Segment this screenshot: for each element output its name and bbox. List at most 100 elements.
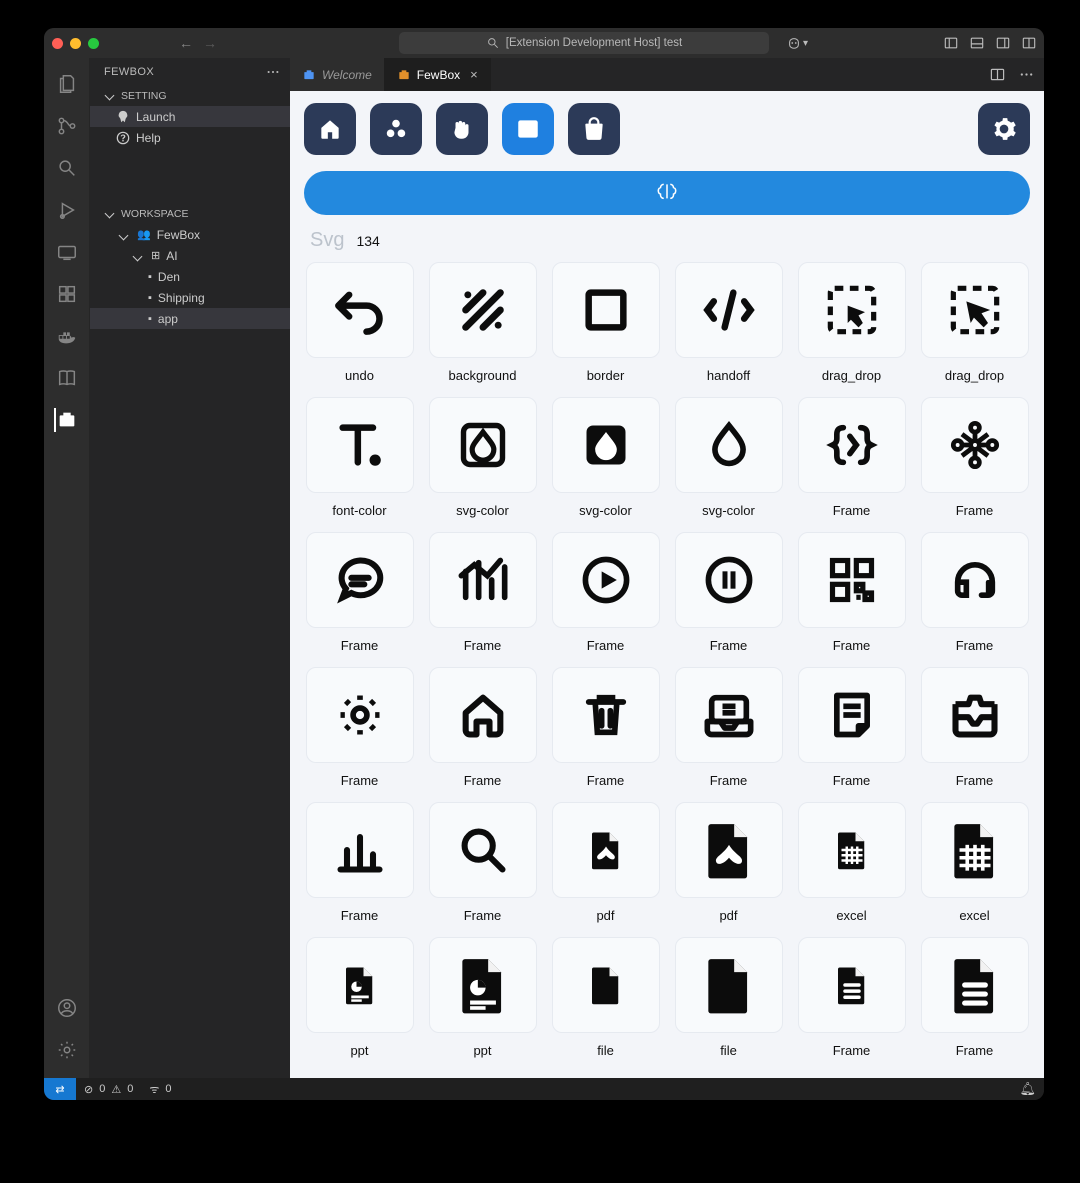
forward-icon[interactable]: → [203,35,217,51]
layout-custom-icon[interactable] [1022,36,1036,50]
asset-Frame[interactable]: Frame [304,802,415,923]
zoom-window[interactable] [88,38,99,49]
ws-file-den[interactable]: ▪Den [90,266,290,287]
command-center[interactable]: [Extension Development Host] test [399,32,769,54]
ws-file-app[interactable]: ▪app [90,308,290,329]
asset-Frame[interactable]: Frame [919,667,1030,788]
asset-background[interactable]: background [427,262,538,383]
tab-welcome[interactable]: Welcome [290,58,385,91]
asset-excel[interactable]: excel [919,802,1030,923]
ws-root[interactable]: 👥FewBox [90,224,290,245]
tab-fewbox[interactable]: FewBox× [385,58,491,91]
asset-excel[interactable]: excel [796,802,907,923]
asset-undo[interactable]: undo [304,262,415,383]
sidebar-item-help[interactable]: Help [90,127,290,148]
sidebar-item-launch[interactable]: Launch [90,106,290,127]
remote-indicator[interactable]: ⇄ [44,1078,76,1100]
toolbar-shapes[interactable] [370,103,422,155]
asset-Frame[interactable]: Frame [427,802,538,923]
asset-drag_drop[interactable]: drag_drop [796,262,907,383]
asset-ppt[interactable]: ppt [304,937,415,1058]
asset-tile [429,262,537,358]
asset-Frame[interactable]: Frame [919,937,1030,1058]
asset-Frame[interactable]: Frame [304,667,415,788]
asset-label: svg-color [456,503,509,518]
asset-tile [429,397,537,493]
asset-file[interactable]: file [550,937,661,1058]
asset-Frame[interactable]: Frame [427,667,538,788]
extensions-icon[interactable] [55,282,79,306]
toolbar-hand[interactable] [436,103,488,155]
drop-plain-icon [703,419,755,471]
asset-Frame[interactable]: Frame [919,532,1030,653]
asset-tile [675,397,783,493]
asset-Frame[interactable]: Frame [919,397,1030,518]
close-window[interactable] [52,38,63,49]
asset-Frame[interactable]: Frame [550,667,661,788]
asset-file[interactable]: file [673,937,784,1058]
ai-button[interactable] [304,171,1030,215]
account-icon[interactable] [55,996,79,1020]
asset-label: drag_drop [822,368,881,383]
asset-Frame[interactable]: Frame [796,937,907,1058]
split-editor-icon[interactable] [990,67,1005,82]
section-setting[interactable]: SETTING [90,86,290,106]
toolbar-settings[interactable] [978,103,1030,155]
docker-icon[interactable] [55,324,79,348]
asset-svg-color[interactable]: svg-color [427,397,538,518]
asset-pdf[interactable]: pdf [673,802,784,923]
asset-tile [675,802,783,898]
settings-icon[interactable] [55,1038,79,1062]
asset-Frame[interactable]: Frame [796,397,907,518]
asset-svg-color[interactable]: svg-color [673,397,784,518]
book-icon[interactable] [55,366,79,390]
scm-icon[interactable] [55,114,79,138]
search-icon[interactable] [55,156,79,180]
copilot-icon[interactable] [787,36,801,50]
remote-icon[interactable] [55,240,79,264]
asset-pdf[interactable]: pdf [550,802,661,923]
problems[interactable]: ⊘0 ⚠0 [76,1083,141,1096]
asset-Frame[interactable]: Frame [550,532,661,653]
asset-font-color[interactable]: font-color [304,397,415,518]
fewbox-icon[interactable] [54,408,78,432]
minimize-window[interactable] [70,38,81,49]
asset-Frame[interactable]: Frame [796,667,907,788]
layout-left-icon[interactable] [944,36,958,50]
asset-tile [675,532,783,628]
close-icon[interactable]: × [470,67,478,82]
asset-tile [675,937,783,1033]
asset-border[interactable]: border [550,262,661,383]
toolbar-image[interactable] [502,103,554,155]
explorer-icon[interactable] [55,72,79,96]
asset-Frame[interactable]: Frame [673,532,784,653]
asset-tile [306,532,414,628]
asset-tile [798,262,906,358]
asset-tile [798,802,906,898]
asset-Frame[interactable]: Frame [427,532,538,653]
asset-tile [306,397,414,493]
section-workspace[interactable]: WORKSPACE [90,204,290,224]
nav-arrows: ← → [179,35,217,51]
asset-label: file [597,1043,614,1058]
layout-bottom-icon[interactable] [970,36,984,50]
ports[interactable]: ᯤ0 [141,1082,179,1097]
back-icon[interactable]: ← [179,35,193,51]
doclines-sm-icon [831,964,873,1006]
ws-file-shipping[interactable]: ▪Shipping [90,287,290,308]
asset-Frame[interactable]: Frame [796,532,907,653]
bell-icon[interactable]: 🔔︎ [1019,1081,1036,1096]
debug-icon[interactable] [55,198,79,222]
asset-Frame[interactable]: Frame [304,532,415,653]
more-icon[interactable] [1019,67,1034,82]
asset-Frame[interactable]: Frame [673,667,784,788]
toolbar-bag[interactable] [568,103,620,155]
asset-ppt[interactable]: ppt [427,937,538,1058]
ws-folder[interactable]: ⊞AI [90,245,290,266]
asset-drag_drop[interactable]: drag_drop [919,262,1030,383]
more-icon[interactable] [266,65,280,79]
asset-svg-color[interactable]: svg-color [550,397,661,518]
layout-right-icon[interactable] [996,36,1010,50]
toolbar-home[interactable] [304,103,356,155]
asset-handoff[interactable]: handoff [673,262,784,383]
